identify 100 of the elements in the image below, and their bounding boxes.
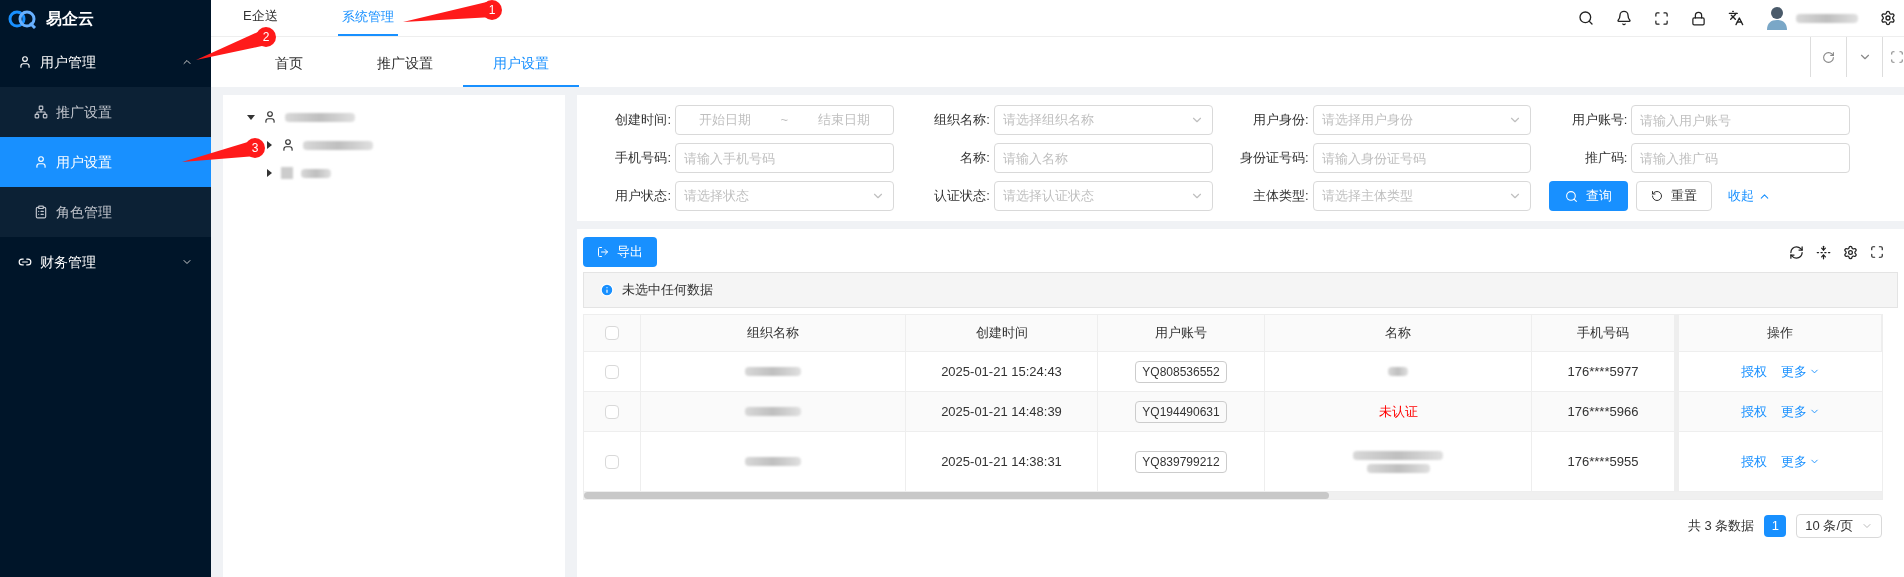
- account-tag: YQ808536552: [1135, 360, 1227, 383]
- blurred-text: [745, 407, 801, 416]
- table-cell-text: 176****5955: [1567, 452, 1639, 471]
- table-cell-text: 2025-01-21 14:38:31: [941, 452, 1062, 471]
- reset-icon: [1651, 190, 1664, 202]
- status-text: 未认证: [1378, 402, 1418, 421]
- link-icon: [18, 255, 32, 269]
- column-header: 操作: [1675, 315, 1882, 351]
- caret-right-icon[interactable]: [265, 169, 273, 177]
- submenu-item[interactable]: 用户设置: [0, 137, 211, 187]
- menu-item[interactable]: 用户管理: [0, 37, 211, 87]
- refresh-icon[interactable]: [1789, 244, 1804, 260]
- alert-text: 未选中任何数据: [622, 281, 713, 300]
- blurred-text: [303, 140, 373, 150]
- checkbox[interactable]: [605, 454, 619, 469]
- column-header: 名称: [1265, 315, 1532, 351]
- search-icon: [1565, 189, 1579, 203]
- blurred-text: [1388, 367, 1408, 376]
- select-field[interactable]: 请选择组织名称: [993, 105, 1213, 135]
- field-label: 名称:: [959, 149, 991, 168]
- column-header: 用户账号: [1098, 315, 1265, 351]
- menu-item[interactable]: 财务管理: [0, 237, 211, 287]
- authorize-link[interactable]: 授权: [1741, 451, 1767, 472]
- column-header: 创建时间: [906, 315, 1098, 351]
- field-label: 主体类型:: [1251, 187, 1310, 206]
- translate-icon[interactable]: [1728, 10, 1744, 26]
- page-tab[interactable]: 推广设置: [347, 42, 463, 87]
- row-height-icon[interactable]: [1816, 244, 1831, 260]
- hierarchy-icon: [34, 105, 48, 119]
- field-label: 用户账号:: [1570, 111, 1629, 130]
- input-field[interactable]: 请输入推广码: [1631, 143, 1850, 173]
- field-label: 用户身份:: [1251, 111, 1310, 130]
- submenu-item[interactable]: 角色管理: [0, 187, 211, 237]
- blurred-text: [285, 112, 355, 122]
- horizontal-scrollbar[interactable]: [584, 492, 1882, 499]
- user-icon: [34, 155, 48, 169]
- fullscreen-icon[interactable]: [1870, 245, 1884, 259]
- page-tab[interactable]: 用户设置: [463, 42, 579, 87]
- input-field[interactable]: 请输入用户账号: [1631, 105, 1850, 135]
- field-label: 认证状态:: [933, 187, 991, 206]
- checkbox[interactable]: [605, 364, 619, 379]
- blurred-text: [745, 457, 801, 466]
- table-cell-text: 176****5966: [1567, 402, 1639, 421]
- page-size-select[interactable]: 10 条/页: [1796, 514, 1882, 538]
- select-field[interactable]: 请选择用户身份: [1312, 105, 1532, 135]
- total-count: 共 3 条数据: [1687, 517, 1755, 536]
- settings-icon[interactable]: [1880, 10, 1896, 26]
- date-range-field[interactable]: 开始日期 ~ 结束日期: [675, 105, 894, 135]
- settings-icon[interactable]: [1843, 244, 1858, 260]
- info-icon: [600, 283, 614, 297]
- account-tag: YQ194490631: [1135, 400, 1227, 423]
- lock-icon[interactable]: [1691, 10, 1706, 26]
- select-field[interactable]: 请选择主体类型: [1312, 181, 1532, 211]
- caret-right-icon[interactable]: [265, 141, 273, 149]
- page-number[interactable]: 1: [1764, 515, 1787, 537]
- checkbox[interactable]: [605, 404, 619, 419]
- more-link[interactable]: 更多: [1781, 361, 1820, 382]
- column-header: 组织名称: [641, 315, 906, 351]
- column-header: 手机号码: [1532, 315, 1675, 351]
- blurred-text: [301, 168, 331, 178]
- caret-down-icon[interactable]: [247, 113, 255, 121]
- field-label: 推广码:: [1583, 149, 1629, 168]
- input-field[interactable]: 请输入身份证号码: [1312, 143, 1532, 173]
- table-cell-text: 2025-01-21 14:48:39: [941, 402, 1062, 421]
- account-tag: YQ839799212: [1135, 450, 1227, 473]
- more-link[interactable]: 更多: [1781, 401, 1820, 422]
- bell-icon[interactable]: [1616, 10, 1632, 26]
- reset-button[interactable]: 重置: [1636, 181, 1713, 211]
- submenu-item[interactable]: 推广设置: [0, 87, 211, 137]
- refresh-icon: [1822, 50, 1835, 64]
- authorize-link[interactable]: 授权: [1741, 401, 1767, 422]
- user-icon: [263, 110, 277, 124]
- search-button[interactable]: 查询: [1549, 181, 1629, 211]
- avatar-icon[interactable]: [1766, 6, 1788, 30]
- search-icon[interactable]: [1578, 10, 1594, 26]
- input-field[interactable]: 请输入名称: [993, 143, 1213, 173]
- field-label: 身份证号码:: [1238, 149, 1310, 168]
- more-link[interactable]: 更多: [1781, 451, 1820, 472]
- select-field[interactable]: 请选择认证状态: [993, 181, 1213, 211]
- logo-icon: [8, 8, 38, 29]
- user-icon: [18, 55, 32, 69]
- fullscreen-icon[interactable]: [1654, 10, 1669, 26]
- export-button[interactable]: 导出: [583, 237, 657, 267]
- field-label: 创建时间:: [614, 111, 672, 130]
- top-tab[interactable]: E企送: [239, 7, 282, 25]
- input-field[interactable]: 请输入手机号码: [675, 143, 894, 173]
- field-label: 用户状态:: [614, 187, 672, 206]
- table-cell-text: 176****5977: [1567, 362, 1639, 381]
- blurred-icon: [281, 167, 293, 179]
- export-icon: [597, 246, 609, 258]
- authorize-link[interactable]: 授权: [1741, 361, 1767, 382]
- user-icon: [281, 138, 295, 152]
- field-label: 手机号码:: [614, 149, 672, 168]
- checkbox[interactable]: [605, 326, 619, 340]
- field-label: 组织名称:: [933, 111, 991, 130]
- blurred-text: [1796, 13, 1858, 23]
- table-cell-text: 2025-01-21 15:24:43: [941, 362, 1062, 381]
- blurred-text: [745, 367, 801, 376]
- collapse-link[interactable]: 收起: [1720, 186, 1780, 206]
- select-field[interactable]: 请选择状态: [675, 181, 894, 211]
